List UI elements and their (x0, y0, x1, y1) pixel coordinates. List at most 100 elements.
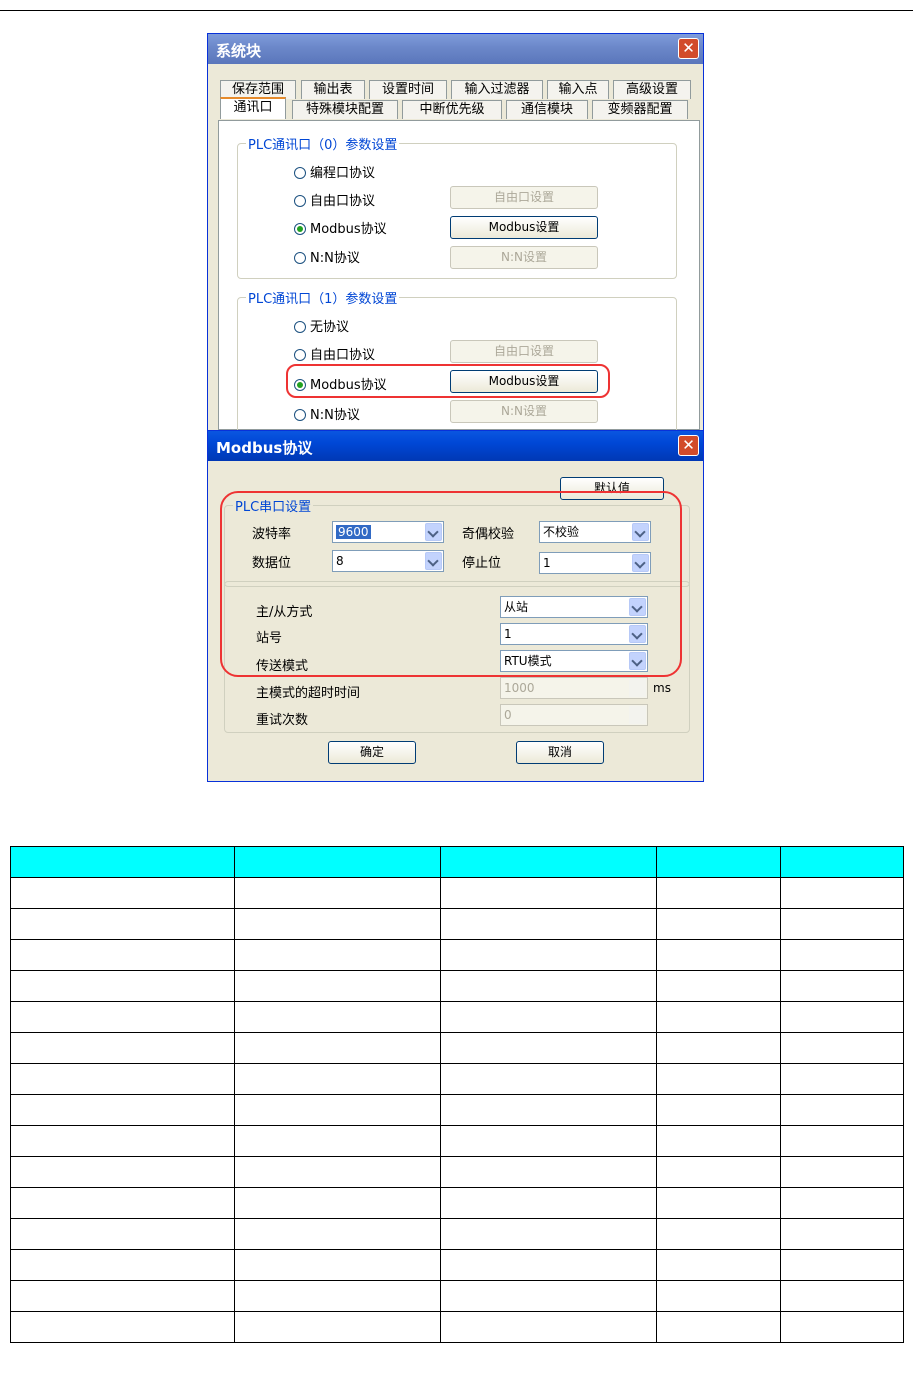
modbus-window-title: Modbus协议 (216, 439, 313, 457)
port0-freeport-settings-button[interactable]: 自由口设置 (450, 186, 598, 209)
table-cell (440, 908, 657, 940)
table-cell (655, 939, 781, 971)
table-cell (779, 1280, 905, 1312)
window-title: 系统块 (216, 42, 262, 60)
table-row (9, 970, 905, 1002)
tab-output-table[interactable]: 输出表 (301, 80, 365, 99)
table-cell (9, 1218, 236, 1250)
table-cell (9, 1249, 236, 1281)
port1-radio-nn[interactable]: N:N协议 (294, 404, 360, 423)
tab-inverter-config[interactable]: 变频器配置 (592, 100, 688, 119)
port1-radio-none[interactable]: 无协议 (294, 316, 349, 335)
table-row (9, 1001, 905, 1033)
table-row (9, 1249, 905, 1281)
port0-title: PLC通讯口（0）参数设置 (246, 134, 400, 153)
table-cell (779, 1187, 905, 1219)
table-cell (779, 1063, 905, 1095)
table-row (9, 1125, 905, 1157)
table-cell (9, 1063, 236, 1095)
table-cell (655, 1156, 781, 1188)
cancel-button[interactable]: 取消 (516, 741, 604, 764)
radio-icon (294, 321, 306, 333)
tab-input-filter[interactable]: 输入过滤器 (451, 80, 543, 99)
highlight-box-port1-modbus (286, 364, 610, 398)
table-cell (655, 1032, 781, 1064)
table-cell (234, 1187, 442, 1219)
timeout-spinner[interactable]: 1000 (500, 677, 648, 699)
table-row (9, 1280, 905, 1312)
table-cell (440, 1094, 657, 1126)
tab-advanced[interactable]: 高级设置 (613, 80, 691, 99)
table-cell (440, 970, 657, 1002)
table-row (9, 939, 905, 971)
port0-radio-freeport[interactable]: 自由口协议 (294, 190, 375, 209)
table-cell (779, 908, 905, 940)
port1-title: PLC通讯口（1）参数设置 (246, 288, 400, 307)
modbus-title-bar[interactable]: Modbus协议 ✕ (208, 431, 703, 461)
port0-modbus-settings-button[interactable]: Modbus设置 (450, 216, 598, 239)
table-header-cell (234, 846, 442, 878)
modbus-close-button[interactable]: ✕ (678, 435, 699, 456)
timeout-label: 主模式的超时时间 (256, 686, 361, 701)
table-cell (9, 1156, 236, 1188)
table-cell (779, 1032, 905, 1064)
table-cell (779, 1249, 905, 1281)
table-cell (779, 1001, 905, 1033)
table-cell (440, 1032, 657, 1064)
table-cell (9, 1125, 236, 1157)
tab-comm-port[interactable]: 通讯口 (220, 97, 286, 119)
tab-special-module[interactable]: 特殊模块配置 (292, 100, 398, 119)
table-cell (779, 939, 905, 971)
table-cell (234, 970, 442, 1002)
table-cell (440, 1063, 657, 1095)
table-cell (440, 1311, 657, 1343)
port0-nn-settings-button[interactable]: N:N设置 (450, 246, 598, 269)
port1-radio-freeport[interactable]: 自由口协议 (294, 344, 375, 363)
table-cell (779, 1094, 905, 1126)
port1-freeport-settings-button[interactable]: 自由口设置 (450, 340, 598, 363)
port0-radio-nn[interactable]: N:N协议 (294, 247, 360, 266)
port0-radio-programming[interactable]: 编程口协议 (294, 162, 375, 181)
table-cell (440, 1187, 657, 1219)
port1-group: PLC通讯口（1）参数设置 无协议 自由口协议 Modbus协议 N:N协议 自… (237, 288, 677, 437)
table-cell (9, 939, 236, 971)
table-cell (234, 877, 442, 909)
table-cell (9, 877, 236, 909)
table-cell (779, 1156, 905, 1188)
tab-comm-module[interactable]: 通信模块 (506, 100, 588, 119)
tab-input-point[interactable]: 输入点 (547, 80, 609, 99)
retry-label: 重试次数 (256, 713, 309, 728)
table-cell (234, 939, 442, 971)
table-row (9, 877, 905, 909)
table-cell (9, 1001, 236, 1033)
table-header-cell (440, 846, 657, 878)
table-cell (234, 1032, 442, 1064)
table-cell (234, 1094, 442, 1126)
table-cell (440, 1218, 657, 1250)
tab-set-time[interactable]: 设置时间 (369, 80, 447, 99)
table-cell (779, 970, 905, 1002)
port0-radio-modbus[interactable]: Modbus协议 (294, 218, 387, 237)
table-cell (779, 1218, 905, 1250)
port1-nn-settings-button[interactable]: N:N设置 (450, 400, 598, 423)
table-row (9, 1094, 905, 1126)
table-cell (234, 1063, 442, 1095)
ok-button[interactable]: 确定 (328, 741, 416, 764)
table-row (9, 1311, 905, 1343)
page-top-rule (0, 10, 913, 11)
retry-spinner[interactable]: 0 (500, 704, 648, 726)
table-header-row (9, 846, 905, 878)
data-table (9, 846, 905, 1343)
close-icon: ✕ (682, 39, 695, 57)
close-button[interactable]: ✕ (678, 38, 699, 59)
table-cell (9, 1311, 236, 1343)
port0-group: PLC通讯口（0）参数设置 编程口协议 自由口协议 Modbus协议 N:N协议… (237, 134, 677, 279)
timeout-unit: ms (653, 681, 671, 695)
table-cell (440, 877, 657, 909)
table-row (9, 1218, 905, 1250)
title-bar[interactable]: 系统块 ✕ (208, 34, 703, 64)
table-row (9, 1063, 905, 1095)
tab-interrupt-priority[interactable]: 中断优先级 (402, 100, 502, 119)
table-row (9, 908, 905, 940)
table-cell (234, 1156, 442, 1188)
